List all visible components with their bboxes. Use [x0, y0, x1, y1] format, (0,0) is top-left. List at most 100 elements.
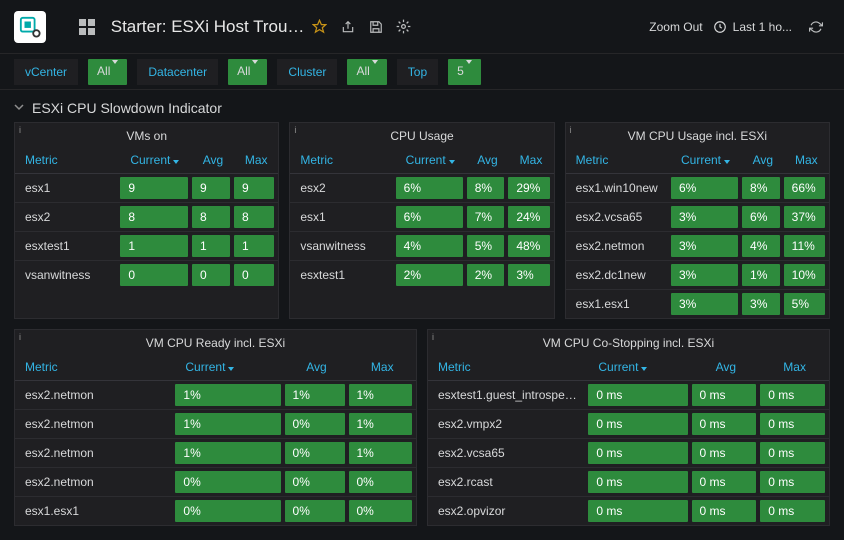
col-current[interactable]: Current [175, 354, 284, 381]
value-cell: 0 ms [692, 468, 761, 497]
metric-cell: vsanwitness [15, 261, 120, 290]
filter-pill[interactable]: All [347, 59, 386, 85]
metric-cell: esx2.vcsa65 [428, 439, 588, 468]
star-icon[interactable] [306, 13, 334, 41]
share-icon[interactable] [334, 13, 362, 41]
page-title[interactable]: Starter: ESXi Host Troubl... [111, 17, 306, 37]
value-cell: 3% [671, 261, 742, 290]
info-icon[interactable]: i [570, 125, 572, 135]
col-metric[interactable]: Metric [290, 147, 395, 174]
panel: i VM CPU Usage incl. ESXi Metric Current… [565, 122, 830, 319]
panels-area: i VMs on Metric Current Avg Max esx1 9 9… [0, 122, 844, 540]
col-current[interactable]: Current [120, 147, 192, 174]
col-current[interactable]: Current [588, 354, 691, 381]
value-cell: 1% [175, 381, 284, 410]
table-row: esx2.vcsa65 0 ms 0 ms 0 ms [428, 439, 829, 468]
value-cell: 8 [234, 203, 278, 232]
gear-icon[interactable] [390, 13, 418, 41]
refresh-icon[interactable] [802, 13, 830, 41]
col-max[interactable]: Max [349, 354, 417, 381]
zoom-out-button[interactable]: Zoom Out [649, 20, 702, 34]
info-icon[interactable]: i [294, 125, 296, 135]
col-max[interactable]: Max [234, 147, 278, 174]
panel-title: CPU Usage [290, 123, 553, 147]
info-icon[interactable]: i [19, 332, 21, 342]
metric-cell: esx2.netmon [15, 439, 175, 468]
metric-cell: esx2.dc1new [566, 261, 671, 290]
table-row: esxtest1 1 1 1 [15, 232, 278, 261]
table-row: esx2.vcsa65 3% 6% 37% [566, 203, 829, 232]
col-max[interactable]: Max [508, 147, 553, 174]
filter-pill[interactable]: vCenter [14, 59, 78, 85]
table-row: esxtest1.guest_introspection_10_1_149_20… [428, 381, 829, 410]
col-max[interactable]: Max [784, 147, 829, 174]
col-avg[interactable]: Avg [742, 147, 784, 174]
metric-cell: vsanwitness [290, 232, 395, 261]
value-cell: 9 [120, 174, 192, 203]
table-row: esx2.rcast 0 ms 0 ms 0 ms [428, 468, 829, 497]
filter-bar: vCenter All Datacenter All Cluster All Top 5 [0, 54, 844, 90]
info-icon[interactable]: i [432, 332, 434, 342]
value-cell: 0% [285, 468, 349, 497]
filter-pill[interactable]: Datacenter [137, 59, 218, 85]
value-cell: 0 ms [692, 410, 761, 439]
col-avg[interactable]: Avg [467, 147, 509, 174]
value-cell: 8% [467, 174, 509, 203]
panel-title: VM CPU Co-Stopping incl. ESXi [428, 330, 829, 354]
value-cell: 8% [742, 174, 784, 203]
value-cell: 0% [175, 468, 284, 497]
section-title: ESXi CPU Slowdown Indicator [32, 100, 222, 116]
table-row: esx1.win10new 6% 8% 66% [566, 174, 829, 203]
col-metric[interactable]: Metric [15, 354, 175, 381]
value-cell: 5% [784, 290, 829, 319]
metric-cell: esx1 [290, 203, 395, 232]
metric-cell: esx2 [290, 174, 395, 203]
time-picker[interactable]: Last 1 ho... [713, 20, 792, 34]
panel-title: VMs on [15, 123, 278, 147]
table-row: esx2.netmon 0% 0% 0% [15, 468, 416, 497]
value-cell: 6% [742, 203, 784, 232]
save-icon[interactable] [362, 13, 390, 41]
value-cell: 24% [508, 203, 553, 232]
metric-cell: esx2.vmpx2 [428, 410, 588, 439]
value-cell: 0 ms [588, 410, 691, 439]
col-avg[interactable]: Avg [192, 147, 234, 174]
col-avg[interactable]: Avg [285, 354, 349, 381]
table-row: esx2.netmon 1% 0% 1% [15, 439, 416, 468]
value-cell: 0 ms [760, 410, 829, 439]
value-cell: 0% [285, 497, 349, 526]
chevron-down-icon[interactable] [14, 101, 24, 115]
value-cell: 10% [784, 261, 829, 290]
value-cell: 9 [234, 174, 278, 203]
dashboard-icon[interactable] [74, 13, 101, 41]
value-cell: 0 ms [692, 439, 761, 468]
value-cell: 1 [120, 232, 192, 261]
value-cell: 0 [192, 261, 234, 290]
table-row: esx2 6% 8% 29% [290, 174, 553, 203]
value-cell: 1% [349, 381, 417, 410]
app-logo[interactable] [14, 11, 46, 43]
info-icon[interactable]: i [19, 125, 21, 135]
filter-pill[interactable]: Cluster [277, 59, 337, 85]
col-metric[interactable]: Metric [566, 147, 671, 174]
filter-pill[interactable]: All [228, 59, 267, 85]
value-cell: 0 ms [588, 381, 691, 410]
value-cell: 0 ms [760, 468, 829, 497]
filter-pill[interactable]: 5 [448, 59, 481, 85]
col-current[interactable]: Current [671, 147, 742, 174]
col-metric[interactable]: Metric [15, 147, 120, 174]
value-cell: 1% [175, 410, 284, 439]
value-cell: 3% [742, 290, 784, 319]
metric-cell: esx2.opvizor [428, 497, 588, 526]
filter-pill[interactable]: Top [397, 59, 438, 85]
filter-pill[interactable]: All [88, 59, 127, 85]
value-cell: 9 [192, 174, 234, 203]
col-metric[interactable]: Metric [428, 354, 588, 381]
value-cell: 2% [467, 261, 509, 290]
col-avg[interactable]: Avg [692, 354, 761, 381]
value-cell: 6% [396, 203, 467, 232]
panel: i VMs on Metric Current Avg Max esx1 9 9… [14, 122, 279, 319]
col-max[interactable]: Max [760, 354, 829, 381]
value-cell: 0 ms [588, 439, 691, 468]
col-current[interactable]: Current [396, 147, 467, 174]
